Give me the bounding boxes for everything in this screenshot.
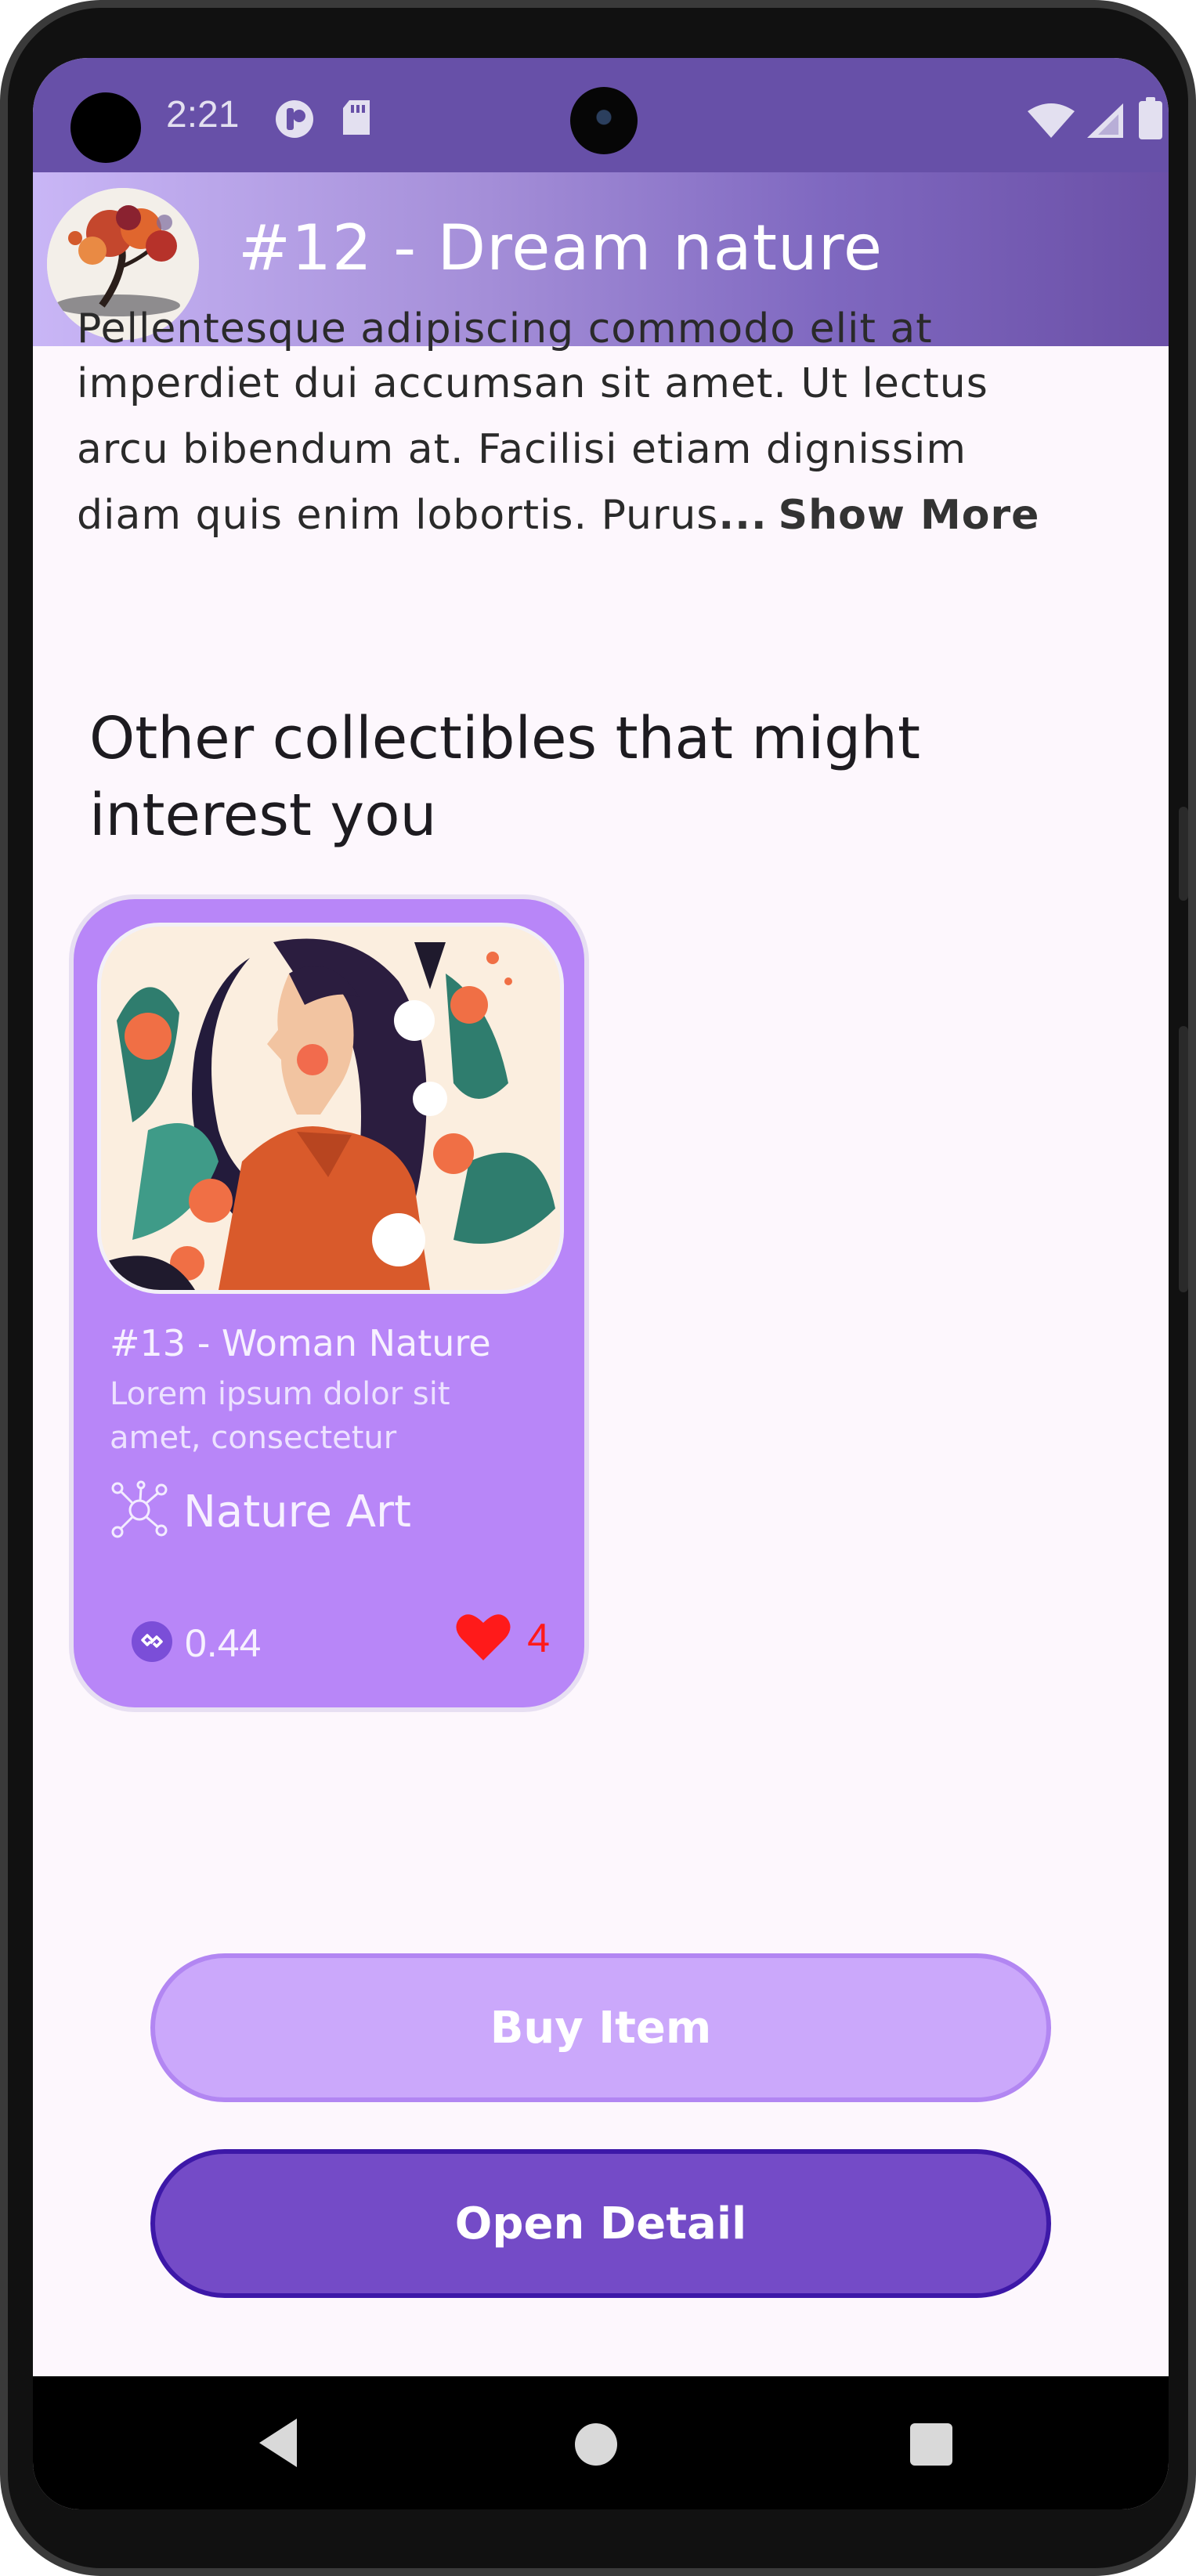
card-category: Nature Art bbox=[110, 1480, 411, 1543]
card-likes[interactable]: 4 bbox=[455, 1612, 550, 1665]
app-screen: 2:21 #12 - Dream nature Pellentesque adi… bbox=[33, 58, 1169, 2509]
phone-frame: 2:21 #12 - Dream nature Pellentesque adi… bbox=[0, 0, 1196, 2576]
card-title: #13 - Woman Nature bbox=[110, 1322, 491, 1364]
buy-item-button[interactable]: Buy Item bbox=[150, 1953, 1051, 2102]
heart-icon[interactable] bbox=[455, 1612, 511, 1665]
navigation-bar bbox=[33, 2376, 1169, 2509]
front-camera bbox=[570, 87, 638, 154]
description-line: Pellentesque adipiscing commodo elit at bbox=[77, 305, 933, 352]
collectible-card[interactable]: #13 - Woman Nature Lorem ipsum dolor sit… bbox=[69, 894, 589, 1712]
card-category-label: Nature Art bbox=[183, 1486, 411, 1537]
card-subtitle: Lorem ipsum dolor sit amet, consectetur bbox=[110, 1376, 450, 1456]
sd-card-icon bbox=[340, 99, 373, 139]
power-button bbox=[1179, 807, 1188, 901]
battery-icon bbox=[1139, 97, 1162, 143]
screen-cutout bbox=[70, 92, 141, 163]
card-price-value: 0.44 bbox=[185, 1621, 262, 1665]
network-nodes-icon bbox=[110, 1480, 169, 1543]
home-icon[interactable] bbox=[575, 2423, 617, 2466]
collectible-image bbox=[97, 923, 564, 1294]
recents-icon[interactable] bbox=[910, 2423, 952, 2466]
volume-button bbox=[1179, 1026, 1188, 1292]
signal-icon bbox=[1087, 103, 1123, 141]
recommendations-title: Other collectibles that might interest y… bbox=[89, 705, 920, 849]
open-detail-button[interactable]: Open Detail bbox=[150, 2149, 1051, 2298]
polygon-currency-icon bbox=[130, 1620, 174, 1667]
description-ellipsis: ... bbox=[718, 492, 768, 539]
back-icon[interactable] bbox=[256, 2417, 300, 2472]
status-bar: 2:21 bbox=[33, 58, 1169, 172]
collectible-description: Pellentesque adipiscing commodo elit at … bbox=[77, 305, 1142, 548]
description-line: diam quis enim lobortis. Purus bbox=[77, 492, 719, 539]
description-line: arcu bibendum at. Facilisi etiam digniss… bbox=[77, 426, 967, 473]
show-more-link[interactable]: Show More bbox=[779, 492, 1040, 539]
wifi-icon bbox=[1028, 103, 1075, 141]
status-time: 2:21 bbox=[166, 94, 240, 135]
page-title: #12 - Dream nature bbox=[238, 211, 883, 284]
card-likes-count: 4 bbox=[527, 1616, 550, 1661]
app-icon bbox=[274, 99, 315, 143]
card-price: 0.44 bbox=[130, 1620, 261, 1667]
